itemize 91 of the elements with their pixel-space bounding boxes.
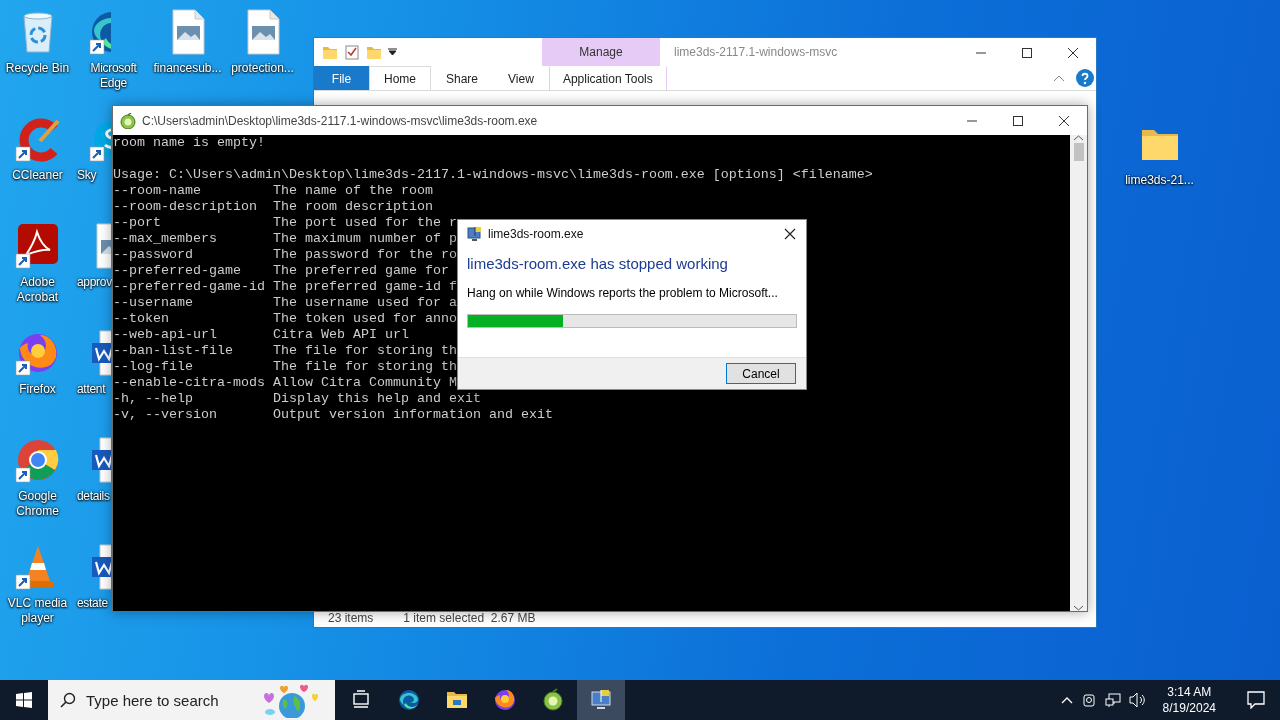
lime-app-icon — [120, 112, 136, 129]
option-description: The file for storing th — [272, 343, 457, 359]
help-icon[interactable] — [1076, 69, 1094, 87]
option-name-text: --password — [113, 247, 194, 263]
desktop-icon-label[interactable]: attent — [75, 382, 106, 397]
option-description: The room description — [272, 199, 433, 215]
maximize-icon — [1021, 47, 1033, 58]
dialog-heading: lime3ds-room.exe has stopped working — [467, 255, 728, 272]
desktop-icon-label[interactable]: details — [75, 489, 110, 504]
speaker-icon[interactable] — [1128, 692, 1147, 708]
cleaner-icon[interactable] — [13, 115, 62, 163]
dialog-title: lime3ds-room.exe — [488, 227, 585, 241]
console-usage-line: Usage: C:\Users\admin\Desktop\lime3ds-2117.1-windows-msvc\lime3ds-room.exe [options] <filename> — [113, 167, 873, 183]
desktop-icon-label[interactable]: Sky — [75, 168, 97, 183]
window-title: C:\Users\admin\Desktop\lime3ds-2117.1-windows-msvc\lime3ds-room.exe — [141, 113, 539, 128]
option-name-text: --max_members — [113, 231, 218, 247]
desktop-icon-label[interactable]: estate — [75, 596, 108, 611]
close-icon — [1067, 47, 1079, 58]
option-description: Citra Web API url — [272, 327, 409, 343]
error-report-icon — [589, 688, 613, 712]
lime-app-icon — [541, 688, 565, 712]
option-description: Output version information and exit — [272, 407, 553, 423]
option-description: Allow Citra Community M — [272, 375, 457, 391]
clock-time: 3:14 AM — [1167, 684, 1212, 700]
desktop-icon-label[interactable]: protection... — [231, 61, 294, 76]
option-description: The port used for the r — [272, 215, 457, 231]
option-name-text: --token — [113, 311, 170, 327]
option-name-text: -v, --version — [113, 407, 218, 423]
windows-logo-icon — [16, 692, 32, 708]
option-description: The preferred game for — [272, 263, 449, 279]
close-icon — [1058, 115, 1070, 126]
ribbon-tab[interactable]: View — [493, 66, 549, 90]
error-report-icon — [466, 226, 482, 242]
desktop-icon-label[interactable]: Google Chrome — [0, 489, 75, 519]
option-name-text: --preferred-game — [113, 263, 242, 279]
maximize-icon — [1012, 115, 1024, 126]
context-tab-group: Manage — [542, 38, 660, 66]
fox-icon — [493, 688, 517, 712]
option-name-text: --log-file — [113, 359, 194, 375]
option-name-text: --enable-citra-mods — [113, 375, 266, 391]
scroll-down-icon[interactable] — [1074, 605, 1083, 611]
option-description: The name of the room — [272, 183, 433, 199]
option-description: The password for the ro — [272, 247, 457, 263]
option-name-text: -h, --help — [113, 391, 194, 407]
desktop-icon-label[interactable]: Recycle Bin — [5, 61, 70, 76]
desktop-icon-label[interactable]: Firefox — [19, 382, 56, 397]
properties-icon[interactable] — [344, 44, 360, 60]
cancel-button[interactable]: Cancel — [726, 363, 796, 384]
desktop-icon-label[interactable]: lime3ds-21... — [1125, 173, 1194, 188]
desktop-icon-label[interactable]: CCleaner — [12, 168, 63, 183]
taskbar-app-button[interactable] — [577, 680, 625, 720]
console-error-line: room name is empty! — [113, 135, 265, 151]
option-description: The file for storing th — [272, 359, 457, 375]
option-name-text: --ban-list-file — [113, 343, 234, 359]
window-title: lime3ds-2117.1-windows-msvc — [673, 44, 839, 61]
dialog-message: Hang on while Windows reports the problem to Microsoft... — [467, 286, 778, 300]
option-name-text: --web-api-url — [113, 327, 218, 343]
ribbon-tab[interactable]: Home — [369, 66, 431, 90]
option-description: The username used for a — [272, 295, 457, 311]
desktop-icon-label[interactable]: financesub... — [153, 61, 222, 76]
option-name-text: --username — [113, 295, 194, 311]
option-description: The token used for anno — [272, 311, 457, 327]
search-icon — [60, 692, 76, 708]
scroll-thumb[interactable] — [1073, 143, 1084, 161]
camera-icon[interactable] — [1080, 692, 1097, 708]
collapse-ribbon-icon[interactable] — [1054, 75, 1064, 81]
file-menu-tab[interactable]: File — [314, 66, 369, 90]
item-count: 23 items — [328, 611, 374, 625]
close-icon — [784, 228, 796, 240]
option-name-text: --port — [113, 215, 162, 231]
option-description: The preferred game-id f — [272, 279, 457, 295]
option-name-text: --room-description — [113, 199, 258, 215]
desktop-icon-label[interactable]: VLC media player — [0, 596, 75, 626]
selection-info: 1 item selected 2.67 MB — [403, 611, 536, 625]
option-description: Display this help and exit — [272, 391, 481, 407]
ribbon-tab[interactable]: Share — [431, 66, 494, 90]
scroll-up-icon[interactable] — [1074, 135, 1083, 141]
option-name-text: --preferred-game-id — [113, 279, 266, 295]
chat-bubble-icon — [1247, 691, 1265, 709]
wave-logo-icon — [397, 688, 421, 712]
scrollbar[interactable] — [1070, 135, 1087, 611]
network-icon[interactable] — [1104, 692, 1121, 708]
desktop-icon-label[interactable]: Adobe Acrobat — [0, 275, 75, 305]
desktop-icon-label[interactable]: approv — [75, 275, 112, 290]
option-description: The maximum number of p — [272, 231, 457, 247]
option-name-text: --room-name — [113, 183, 202, 199]
dropdown-icon[interactable] — [388, 48, 397, 56]
desktop-icon-label[interactable]: Microsoft Edge — [75, 61, 150, 91]
clock-date: 8/19/2024 — [1162, 700, 1216, 716]
chevron-up-icon[interactable] — [1060, 696, 1073, 704]
clock[interactable]: 3:14 AM 8/19/2024 — [1154, 684, 1224, 716]
